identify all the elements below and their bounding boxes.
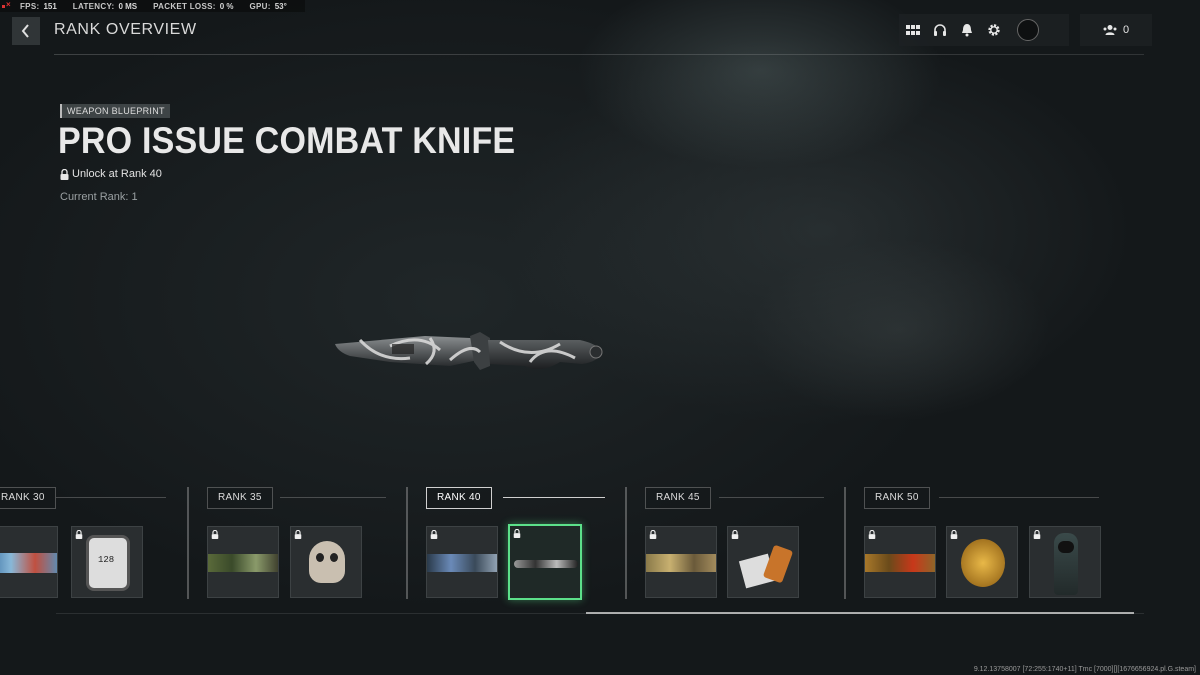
rank-45-label[interactable]: RANK 45 <box>645 487 711 509</box>
lock-icon <box>211 530 219 539</box>
friends-count: 0 <box>1122 24 1130 36</box>
rank-40-label[interactable]: RANK 40 <box>426 487 492 509</box>
grid-icon[interactable] <box>899 14 926 46</box>
rank-45-reward-card[interactable] <box>645 526 717 598</box>
rank-group-divider <box>406 487 408 599</box>
rank-line <box>503 497 605 498</box>
rank-line <box>280 497 386 498</box>
page-title: RANK OVERVIEW <box>54 21 197 38</box>
packet-loss-value: 0 % <box>219 1 234 11</box>
rank-line <box>719 497 824 498</box>
lock-icon <box>75 530 83 539</box>
item-type-tag: WEAPON BLUEPRINT <box>60 104 170 118</box>
bell-icon[interactable] <box>953 14 980 46</box>
lock-icon <box>294 530 302 539</box>
header-divider <box>54 54 1144 55</box>
unlock-requirement: Unlock at Rank 40 <box>60 168 162 180</box>
rank-30-reward-card[interactable] <box>0 526 58 598</box>
rank-line <box>56 497 166 498</box>
rank-group-divider <box>187 487 189 599</box>
scroll-thumb[interactable] <box>586 612 1134 614</box>
rank-45-reward-card[interactable] <box>727 526 799 598</box>
lock-icon <box>731 530 739 539</box>
back-button[interactable] <box>12 17 40 45</box>
item-name: PRO ISSUE COMBAT KNIFE <box>58 120 516 161</box>
gear-icon[interactable] <box>980 14 1007 46</box>
rank-40-reward-card[interactable] <box>426 526 498 598</box>
lock-icon <box>868 530 876 539</box>
latency-value: 0 MS <box>118 1 138 11</box>
current-rank: Current Rank: 1 <box>60 191 138 203</box>
unlock-text: Unlock at Rank 40 <box>72 168 162 180</box>
packet-loss-label: PACKET LOSS: <box>153 1 216 11</box>
fps-label: FPS: <box>20 1 40 11</box>
rank-50-label[interactable]: RANK 50 <box>864 487 930 509</box>
rank-50-reward-card[interactable] <box>946 526 1018 598</box>
rank-35-reward-card[interactable] <box>290 526 362 598</box>
rank-35-label[interactable]: RANK 35 <box>207 487 273 509</box>
chevron-left-icon <box>21 24 29 38</box>
rank-group-divider <box>625 487 627 599</box>
rank-line <box>939 497 1099 498</box>
rank-35-reward-card[interactable] <box>207 526 279 598</box>
lock-icon <box>430 530 438 539</box>
friends-icon <box>1103 25 1117 35</box>
headset-icon[interactable] <box>926 14 953 46</box>
knife-preview-image <box>335 332 603 370</box>
lock-icon <box>649 530 657 539</box>
rank-50-reward-card[interactable] <box>864 526 936 598</box>
gpu-label: GPU: <box>249 1 271 11</box>
rank-30-reward-card[interactable]: 128 <box>71 526 143 598</box>
lock-icon <box>950 530 958 539</box>
network-warning-icon <box>2 0 11 10</box>
lock-icon <box>513 529 521 538</box>
friends-button[interactable]: 0 <box>1080 14 1152 46</box>
lock-icon <box>60 168 69 180</box>
top-icon-bar <box>899 14 1069 46</box>
rank-40-reward-card[interactable] <box>508 524 582 600</box>
lock-icon <box>1033 530 1041 539</box>
fps-value: 151 <box>43 1 57 11</box>
rank-group-divider <box>844 487 846 599</box>
performance-overlay: FPS: 151 LATENCY: 0 MS PACKET LOSS: 0 % … <box>0 0 305 12</box>
rank-30-label[interactable]: RANK 30 <box>0 487 56 509</box>
rank-50-reward-card[interactable] <box>1029 526 1101 598</box>
gpu-value: 53° <box>274 1 287 11</box>
build-info: 9.12.13758007 [72:255:1740+11] Tmc [7000… <box>973 666 1196 673</box>
latency-label: LATENCY: <box>72 1 115 11</box>
player-avatar[interactable] <box>1017 19 1039 41</box>
